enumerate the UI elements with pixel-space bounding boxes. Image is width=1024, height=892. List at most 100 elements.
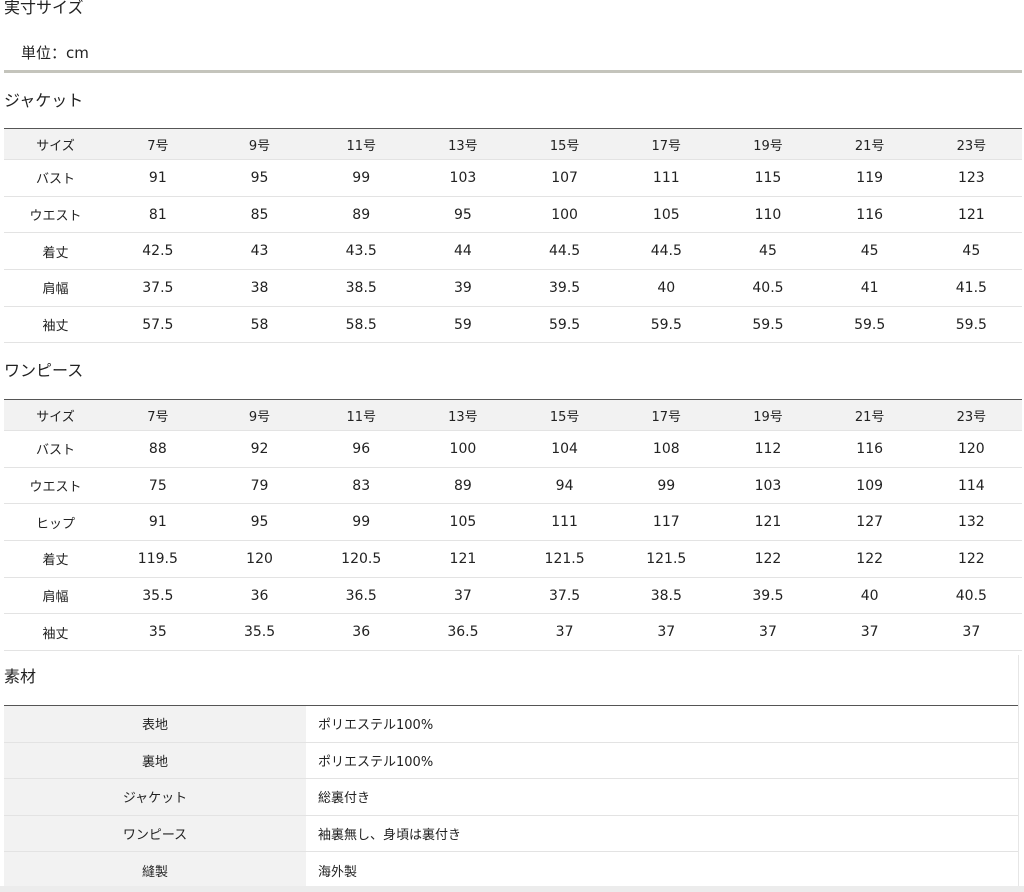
header-cell: 13号 bbox=[412, 399, 514, 431]
header-cell: 23号 bbox=[920, 399, 1023, 431]
table-row: ジャケット 総裏付き bbox=[4, 778, 1018, 816]
table-row: ワンピース 袖裏無し、身頃は裏付き bbox=[4, 815, 1018, 853]
table-cell: 89 bbox=[310, 196, 413, 234]
row-label: 肩幅 bbox=[4, 577, 107, 615]
table-cell: 116 bbox=[818, 430, 921, 468]
table-cell: 41.5 bbox=[920, 269, 1023, 307]
table-cell: 45 bbox=[920, 232, 1023, 271]
header-cell: 21号 bbox=[818, 128, 921, 160]
header-cell: 11号 bbox=[310, 128, 413, 160]
header-cell: 23号 bbox=[920, 128, 1023, 160]
material-value: 海外製 bbox=[318, 864, 358, 880]
table-cell: 103 bbox=[412, 159, 514, 197]
table-cell: 36 bbox=[310, 613, 413, 652]
table-cell: 96 bbox=[310, 430, 413, 468]
material-table: 表地 ポリエステル100% 裏地 ポリエステル100% ジャケット 総裏付き ワ… bbox=[4, 705, 1018, 888]
header-cell: 9号 bbox=[208, 399, 311, 431]
table-cell: 36.5 bbox=[310, 577, 413, 615]
header-cell: 15号 bbox=[513, 399, 616, 431]
table-cell: 40 bbox=[818, 577, 921, 615]
table-cell: 36.5 bbox=[412, 613, 514, 652]
row-label: 袖丈 bbox=[4, 306, 107, 344]
table-cell: 59.5 bbox=[920, 306, 1023, 344]
header-cell: 17号 bbox=[615, 399, 718, 431]
table-cell: 121 bbox=[412, 540, 514, 578]
table-row: 肩幅 35.5 36 36.5 37 37.5 38.5 39.5 40 40.… bbox=[4, 577, 1023, 615]
table-cell: 45 bbox=[717, 232, 819, 271]
table-row: 着丈 119.5 120 120.5 121 121.5 121.5 122 1… bbox=[4, 540, 1023, 578]
material-label: 裏地 bbox=[4, 742, 306, 780]
table-cell: 85 bbox=[208, 196, 311, 234]
table-cell: 37 bbox=[818, 613, 921, 652]
table-cell: 122 bbox=[920, 540, 1023, 578]
table-cell: 123 bbox=[920, 159, 1023, 197]
table-cell: 35 bbox=[107, 613, 209, 652]
table-cell: 120 bbox=[920, 430, 1023, 468]
table-cell: 91 bbox=[107, 503, 209, 542]
header-cell: 11号 bbox=[310, 399, 413, 431]
table-cell: 59.5 bbox=[513, 306, 616, 344]
table-cell: 103 bbox=[717, 467, 819, 505]
header-cell: 7号 bbox=[107, 399, 209, 431]
table-cell: 37 bbox=[920, 613, 1023, 652]
row-label: バスト bbox=[4, 430, 107, 468]
row-label: 着丈 bbox=[4, 540, 107, 578]
table-row: 表地 ポリエステル100% bbox=[4, 705, 1018, 743]
page-bottom-edge bbox=[0, 886, 1024, 892]
table-cell: 119.5 bbox=[107, 540, 209, 578]
table-cell: 108 bbox=[615, 430, 718, 468]
table-cell: 111 bbox=[513, 503, 616, 542]
table-cell: 127 bbox=[818, 503, 921, 542]
jacket-section-title: ジャケット bbox=[4, 91, 84, 110]
table-cell: 39.5 bbox=[717, 577, 819, 615]
table-header-row: サイズ 7号 9号 11号 13号 15号 17号 19号 21号 23号 bbox=[4, 399, 1023, 431]
table-cell: 95 bbox=[208, 159, 311, 197]
row-label: バスト bbox=[4, 159, 107, 197]
table-cell: 105 bbox=[615, 196, 718, 234]
material-value: ポリエステル100% bbox=[306, 742, 1018, 780]
table-cell: 112 bbox=[717, 430, 819, 468]
material-section-title: 素材 bbox=[4, 667, 37, 686]
material-value: 総裏付き bbox=[306, 778, 1018, 816]
table-cell: 58 bbox=[208, 306, 311, 344]
table-cell: 37.5 bbox=[513, 577, 616, 615]
table-cell: 110 bbox=[717, 196, 819, 234]
table-cell: 81 bbox=[107, 196, 209, 234]
table-cell: 79 bbox=[208, 467, 311, 505]
row-label: 肩幅 bbox=[4, 269, 107, 307]
table-row: 肩幅 37.5 38 38.5 39 39.5 40 40.5 41 41.5 bbox=[4, 269, 1023, 307]
header-cell: サイズ bbox=[4, 399, 107, 431]
page-title: 実寸サイズ bbox=[4, 0, 84, 17]
table-cell: 89 bbox=[412, 467, 514, 505]
table-cell: 39 bbox=[412, 269, 514, 307]
material-label: ジャケット bbox=[4, 778, 306, 816]
table-cell: 117 bbox=[615, 503, 718, 542]
table-cell: 38.5 bbox=[615, 577, 718, 615]
table-cell: 132 bbox=[920, 503, 1023, 542]
table-cell: 59.5 bbox=[615, 306, 718, 344]
table-cell: 40.5 bbox=[717, 269, 819, 307]
table-cell: 88 bbox=[107, 430, 209, 468]
table-cell: 104 bbox=[513, 430, 616, 468]
table-cell: 121 bbox=[920, 196, 1023, 234]
unit-row: 単位：cm bbox=[4, 34, 1022, 73]
table-cell: 58.5 bbox=[310, 306, 413, 344]
table-cell: 121.5 bbox=[513, 540, 616, 578]
table-row: 着丈 42.5 43 43.5 44 44.5 44.5 45 45 45 bbox=[4, 232, 1023, 271]
table-cell: 122 bbox=[818, 540, 921, 578]
table-cell: 37 bbox=[615, 613, 718, 652]
onepiece-section-title: ワンピース bbox=[4, 361, 84, 380]
table-cell: 37.5 bbox=[107, 269, 209, 307]
table-header-row: サイズ 7号 9号 11号 13号 15号 17号 19号 21号 23号 bbox=[4, 128, 1023, 160]
table-cell: 92 bbox=[208, 430, 311, 468]
table-cell: 95 bbox=[412, 196, 514, 234]
table-cell: 122 bbox=[717, 540, 819, 578]
panel-border bbox=[1018, 655, 1019, 892]
table-cell: 121 bbox=[717, 503, 819, 542]
table-cell: 44.5 bbox=[615, 232, 718, 271]
material-label: 縫製 bbox=[4, 851, 306, 888]
table-cell: 120.5 bbox=[310, 540, 413, 578]
table-cell: 40.5 bbox=[920, 577, 1023, 615]
table-cell: 57.5 bbox=[107, 306, 209, 344]
row-label: ヒップ bbox=[4, 503, 107, 542]
